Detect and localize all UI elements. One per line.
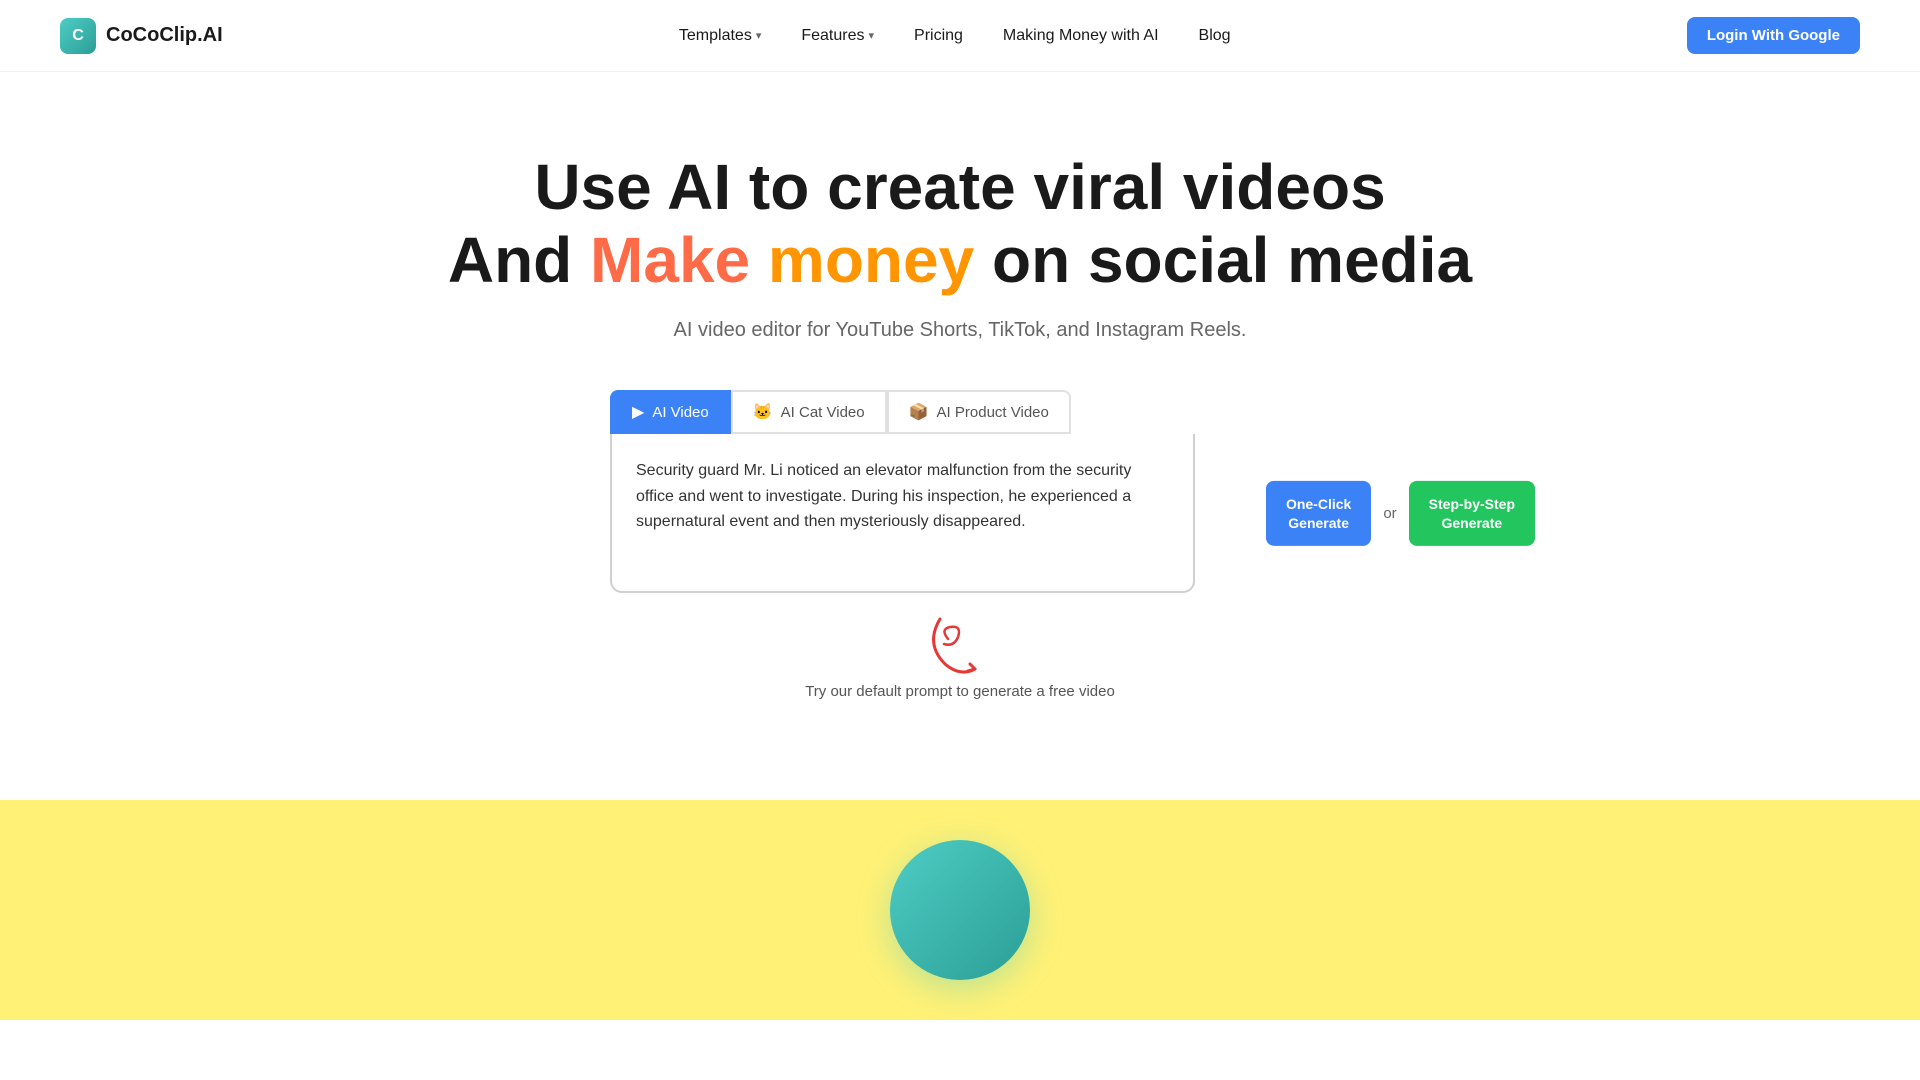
- login-button[interactable]: Login With Google: [1687, 17, 1860, 54]
- yellow-section: [0, 800, 1920, 1020]
- cat-icon: 🐱: [753, 402, 773, 422]
- chevron-down-icon: ▾: [756, 29, 762, 42]
- navbar: C CoCoClip.AI Templates ▾ Features ▾ Pri…: [0, 0, 1920, 72]
- tabs-container: ▶ AI Video 🐱 AI Cat Video 📦 AI Product V…: [610, 390, 1071, 434]
- hero-title-line1: Use AI to create viral videos: [534, 152, 1385, 222]
- tab-ai-video[interactable]: ▶ AI Video: [610, 390, 731, 434]
- nav-item-features[interactable]: Features ▾: [785, 19, 890, 53]
- one-click-generate-button[interactable]: One-Click Generate: [1266, 481, 1371, 545]
- nav-item-making-money[interactable]: Making Money with AI: [987, 19, 1175, 53]
- highlight-make: Make: [590, 224, 750, 296]
- step-by-step-generate-button[interactable]: Step-by-Step Generate: [1409, 481, 1535, 545]
- editor-area: One-Click Generate or Step-by-Step Gener…: [610, 434, 1310, 593]
- prompt-text-box: [610, 434, 1195, 593]
- hero-subtitle: AI video editor for YouTube Shorts, TikT…: [674, 319, 1247, 342]
- hero-title-line2: And Make money on social media: [448, 222, 1472, 299]
- buttons-area: One-Click Generate or Step-by-Step Gener…: [1266, 481, 1535, 545]
- logo-icon: C: [60, 18, 96, 54]
- highlight-money: money: [750, 224, 974, 296]
- logo[interactable]: C CoCoClip.AI: [60, 18, 223, 54]
- tab-ai-product-video[interactable]: 📦 AI Product Video: [887, 390, 1071, 434]
- yellow-inner: [360, 800, 1560, 980]
- nav-links: Templates ▾ Features ▾ Pricing Making Mo…: [663, 19, 1247, 53]
- hint-area: Try our default prompt to generate a fre…: [805, 609, 1115, 700]
- video-icon: ▶: [632, 402, 644, 422]
- arrow-icon: [920, 609, 1000, 679]
- tab-ai-cat-video[interactable]: 🐱 AI Cat Video: [731, 390, 887, 434]
- editor-wrapper: ▶ AI Video 🐱 AI Cat Video 📦 AI Product V…: [610, 390, 1310, 593]
- or-divider: or: [1383, 505, 1396, 522]
- hero-section: Use AI to create viral videos And Make m…: [0, 72, 1920, 740]
- prompt-input[interactable]: [636, 458, 1169, 558]
- nav-item-templates[interactable]: Templates ▾: [663, 19, 777, 53]
- nav-item-blog[interactable]: Blog: [1183, 19, 1247, 53]
- product-icon: 📦: [909, 402, 929, 422]
- teal-ball-decoration: [890, 840, 1030, 980]
- hint-text: Try our default prompt to generate a fre…: [805, 683, 1115, 700]
- logo-text: CoCoClip.AI: [106, 24, 223, 47]
- chevron-down-icon: ▾: [868, 29, 874, 42]
- nav-item-pricing[interactable]: Pricing: [898, 19, 979, 53]
